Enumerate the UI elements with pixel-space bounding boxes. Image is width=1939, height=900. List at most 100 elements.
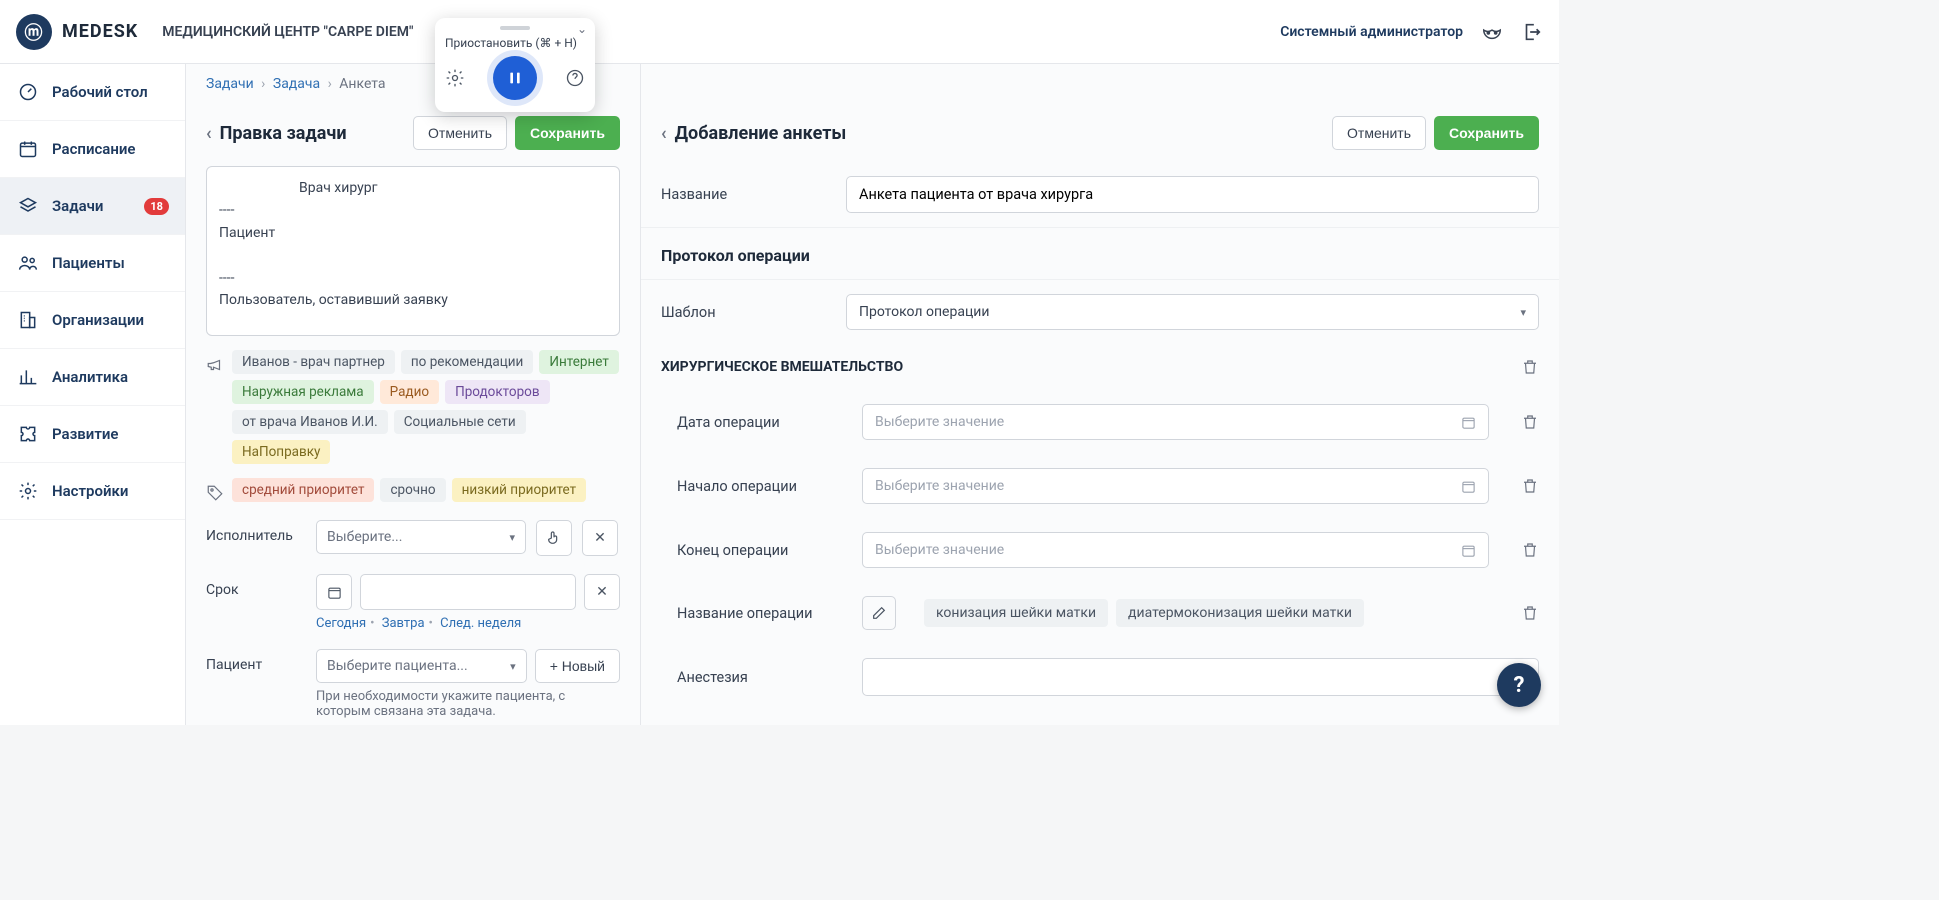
- user-role[interactable]: Системный администратор: [1280, 24, 1463, 40]
- edit-button[interactable]: [862, 596, 896, 630]
- help-fab[interactable]: ?: [1497, 663, 1541, 707]
- anesthesia-input[interactable]: [862, 658, 1539, 696]
- sidebar-item-label: Развитие: [52, 425, 118, 443]
- chip[interactable]: средний приоритет: [232, 478, 374, 502]
- cancel-button[interactable]: Отменить: [413, 116, 507, 150]
- sidebar-item-growth[interactable]: Развитие: [0, 406, 185, 463]
- quick-dates: Сегодня• Завтра• След. неделя: [316, 616, 620, 631]
- due-date-input[interactable]: [360, 574, 576, 610]
- patient-select[interactable]: Выберите пациента... ▾: [316, 649, 527, 683]
- op-start-input[interactable]: Выберите значение: [862, 468, 1489, 504]
- chip[interactable]: Наружная реклама: [232, 380, 374, 404]
- chip[interactable]: НаПоправку: [232, 440, 330, 464]
- calendar-icon: [327, 585, 342, 600]
- clear-due-button[interactable]: ✕: [584, 574, 620, 610]
- sidebar-item-label: Расписание: [52, 140, 136, 158]
- topbar: ⓜ MEDESK МЕДИЦИНСКИЙ ЦЕНТР "CARPE DIEM" …: [0, 0, 1559, 64]
- sidebar-item-analytics[interactable]: Аналитика: [0, 349, 185, 406]
- sidebar-item-orgs[interactable]: Организации: [0, 292, 185, 349]
- chip[interactable]: низкий приоритет: [452, 478, 586, 502]
- drag-handle[interactable]: [500, 26, 530, 30]
- crumb-tasks[interactable]: Задачи: [206, 76, 254, 92]
- sidebar-item-patients[interactable]: Пациенты: [0, 235, 185, 292]
- patient-label: Пациент: [206, 649, 306, 673]
- hand-icon: [546, 530, 562, 546]
- chip[interactable]: Социальные сети: [394, 410, 526, 434]
- trash-icon[interactable]: [1521, 413, 1539, 431]
- sidebar-item-dashboard[interactable]: Рабочий стол: [0, 64, 185, 121]
- chip[interactable]: срочно: [380, 478, 445, 502]
- trash-icon[interactable]: [1521, 604, 1539, 622]
- op-end-input[interactable]: Выберите значение: [862, 532, 1489, 568]
- left-panel-title: ‹ Правка задачи: [206, 123, 347, 144]
- assign-self-button[interactable]: [536, 520, 572, 556]
- recording-widget[interactable]: ⌄ Приостановить (⌘ + H): [435, 18, 595, 112]
- logout-icon[interactable]: [1521, 21, 1543, 43]
- center-name: МЕДИЦИНСКИЙ ЦЕНТР "CARPE DIEM": [162, 24, 413, 40]
- section-surgery: ХИРУРГИЧЕСКОЕ ВМЕШАТЕЛЬСТВО: [661, 359, 903, 375]
- trash-icon[interactable]: [1521, 477, 1539, 495]
- sidebar-item-tasks[interactable]: Задачи 18: [0, 178, 185, 235]
- save-button[interactable]: Сохранить: [515, 116, 620, 150]
- op-name-label: Название операции: [677, 605, 842, 622]
- template-select[interactable]: Протокол операции ▾: [846, 294, 1539, 330]
- task-description[interactable]: Врач хирург ---- Пациент ---- Пользовате…: [206, 166, 620, 336]
- today-link[interactable]: Сегодня: [316, 616, 366, 631]
- chip[interactable]: Иванов - врач партнер: [232, 350, 395, 374]
- brand-text: MEDESK: [62, 21, 138, 42]
- survey-name-input[interactable]: [846, 176, 1539, 213]
- op-name-chips: конизация шейки матки диатермоконизация …: [924, 599, 1364, 627]
- trash-icon[interactable]: [1521, 358, 1539, 376]
- chip[interactable]: от врача Иванов И.И.: [232, 410, 388, 434]
- pause-icon: [507, 70, 523, 86]
- chevron-down-icon[interactable]: ⌄: [577, 22, 587, 36]
- users-icon: [18, 253, 38, 273]
- calendar-icon: [1461, 415, 1476, 430]
- building-icon: [18, 310, 38, 330]
- brand-logo: ⓜ MEDESK: [16, 14, 138, 50]
- template-label: Шаблон: [661, 304, 826, 321]
- mask-icon[interactable]: [1481, 21, 1503, 43]
- op-chip[interactable]: конизация шейки матки: [924, 599, 1108, 627]
- widget-pause-label: Приостановить (⌘ + H): [445, 36, 585, 50]
- calendar-icon: [1461, 543, 1476, 558]
- trash-icon[interactable]: [1521, 541, 1539, 559]
- tomorrow-link[interactable]: Завтра: [382, 616, 425, 631]
- channel-chips: Иванов - врач партнер по рекомендации Ин…: [232, 350, 620, 464]
- sidebar-item-schedule[interactable]: Расписание: [0, 121, 185, 178]
- op-chip[interactable]: диатермоконизация шейки матки: [1116, 599, 1364, 627]
- op-start-label: Начало операции: [677, 478, 842, 495]
- sidebar-item-label: Настройки: [52, 482, 128, 500]
- chip[interactable]: Радио: [380, 380, 439, 404]
- save-button-right[interactable]: Сохранить: [1434, 116, 1539, 150]
- tasks-badge: 18: [144, 198, 169, 215]
- pause-button[interactable]: [493, 56, 537, 100]
- section-protocol: Протокол операции: [641, 228, 1559, 279]
- megaphone-icon: [206, 356, 224, 374]
- sidebar-item-label: Рабочий стол: [52, 83, 148, 101]
- sidebar-item-label: Пациенты: [52, 254, 125, 272]
- chip[interactable]: по рекомендации: [401, 350, 533, 374]
- gear-icon[interactable]: [445, 68, 465, 88]
- right-panel-title: ‹ Добавление анкеты: [661, 123, 846, 144]
- anesthesia-label: Анестезия: [677, 669, 842, 686]
- clear-executor-button[interactable]: ✕: [582, 520, 618, 556]
- calendar-button[interactable]: [316, 574, 352, 610]
- tag-icon: [206, 484, 224, 502]
- name-label: Название: [661, 186, 826, 203]
- new-patient-button[interactable]: + Новый: [535, 649, 620, 683]
- sidebar-item-settings[interactable]: Настройки: [0, 463, 185, 520]
- due-label: Срок: [206, 574, 306, 598]
- cancel-button-right[interactable]: Отменить: [1332, 116, 1426, 150]
- executor-select[interactable]: Выберите... ▾: [316, 520, 526, 554]
- chip[interactable]: Интернет: [539, 350, 618, 374]
- help-icon[interactable]: [565, 68, 585, 88]
- nextweek-link[interactable]: След. неделя: [440, 616, 521, 631]
- crumb-task[interactable]: Задача: [273, 76, 320, 92]
- patient-hint: При необходимости укажите пациента, с ко…: [316, 689, 620, 719]
- op-date-label: Дата операции: [677, 414, 842, 431]
- gauge-icon: [18, 82, 38, 102]
- chip[interactable]: Продокторов: [445, 380, 550, 404]
- sidebar-item-label: Аналитика: [52, 368, 128, 386]
- op-date-input[interactable]: Выберите значение: [862, 404, 1489, 440]
